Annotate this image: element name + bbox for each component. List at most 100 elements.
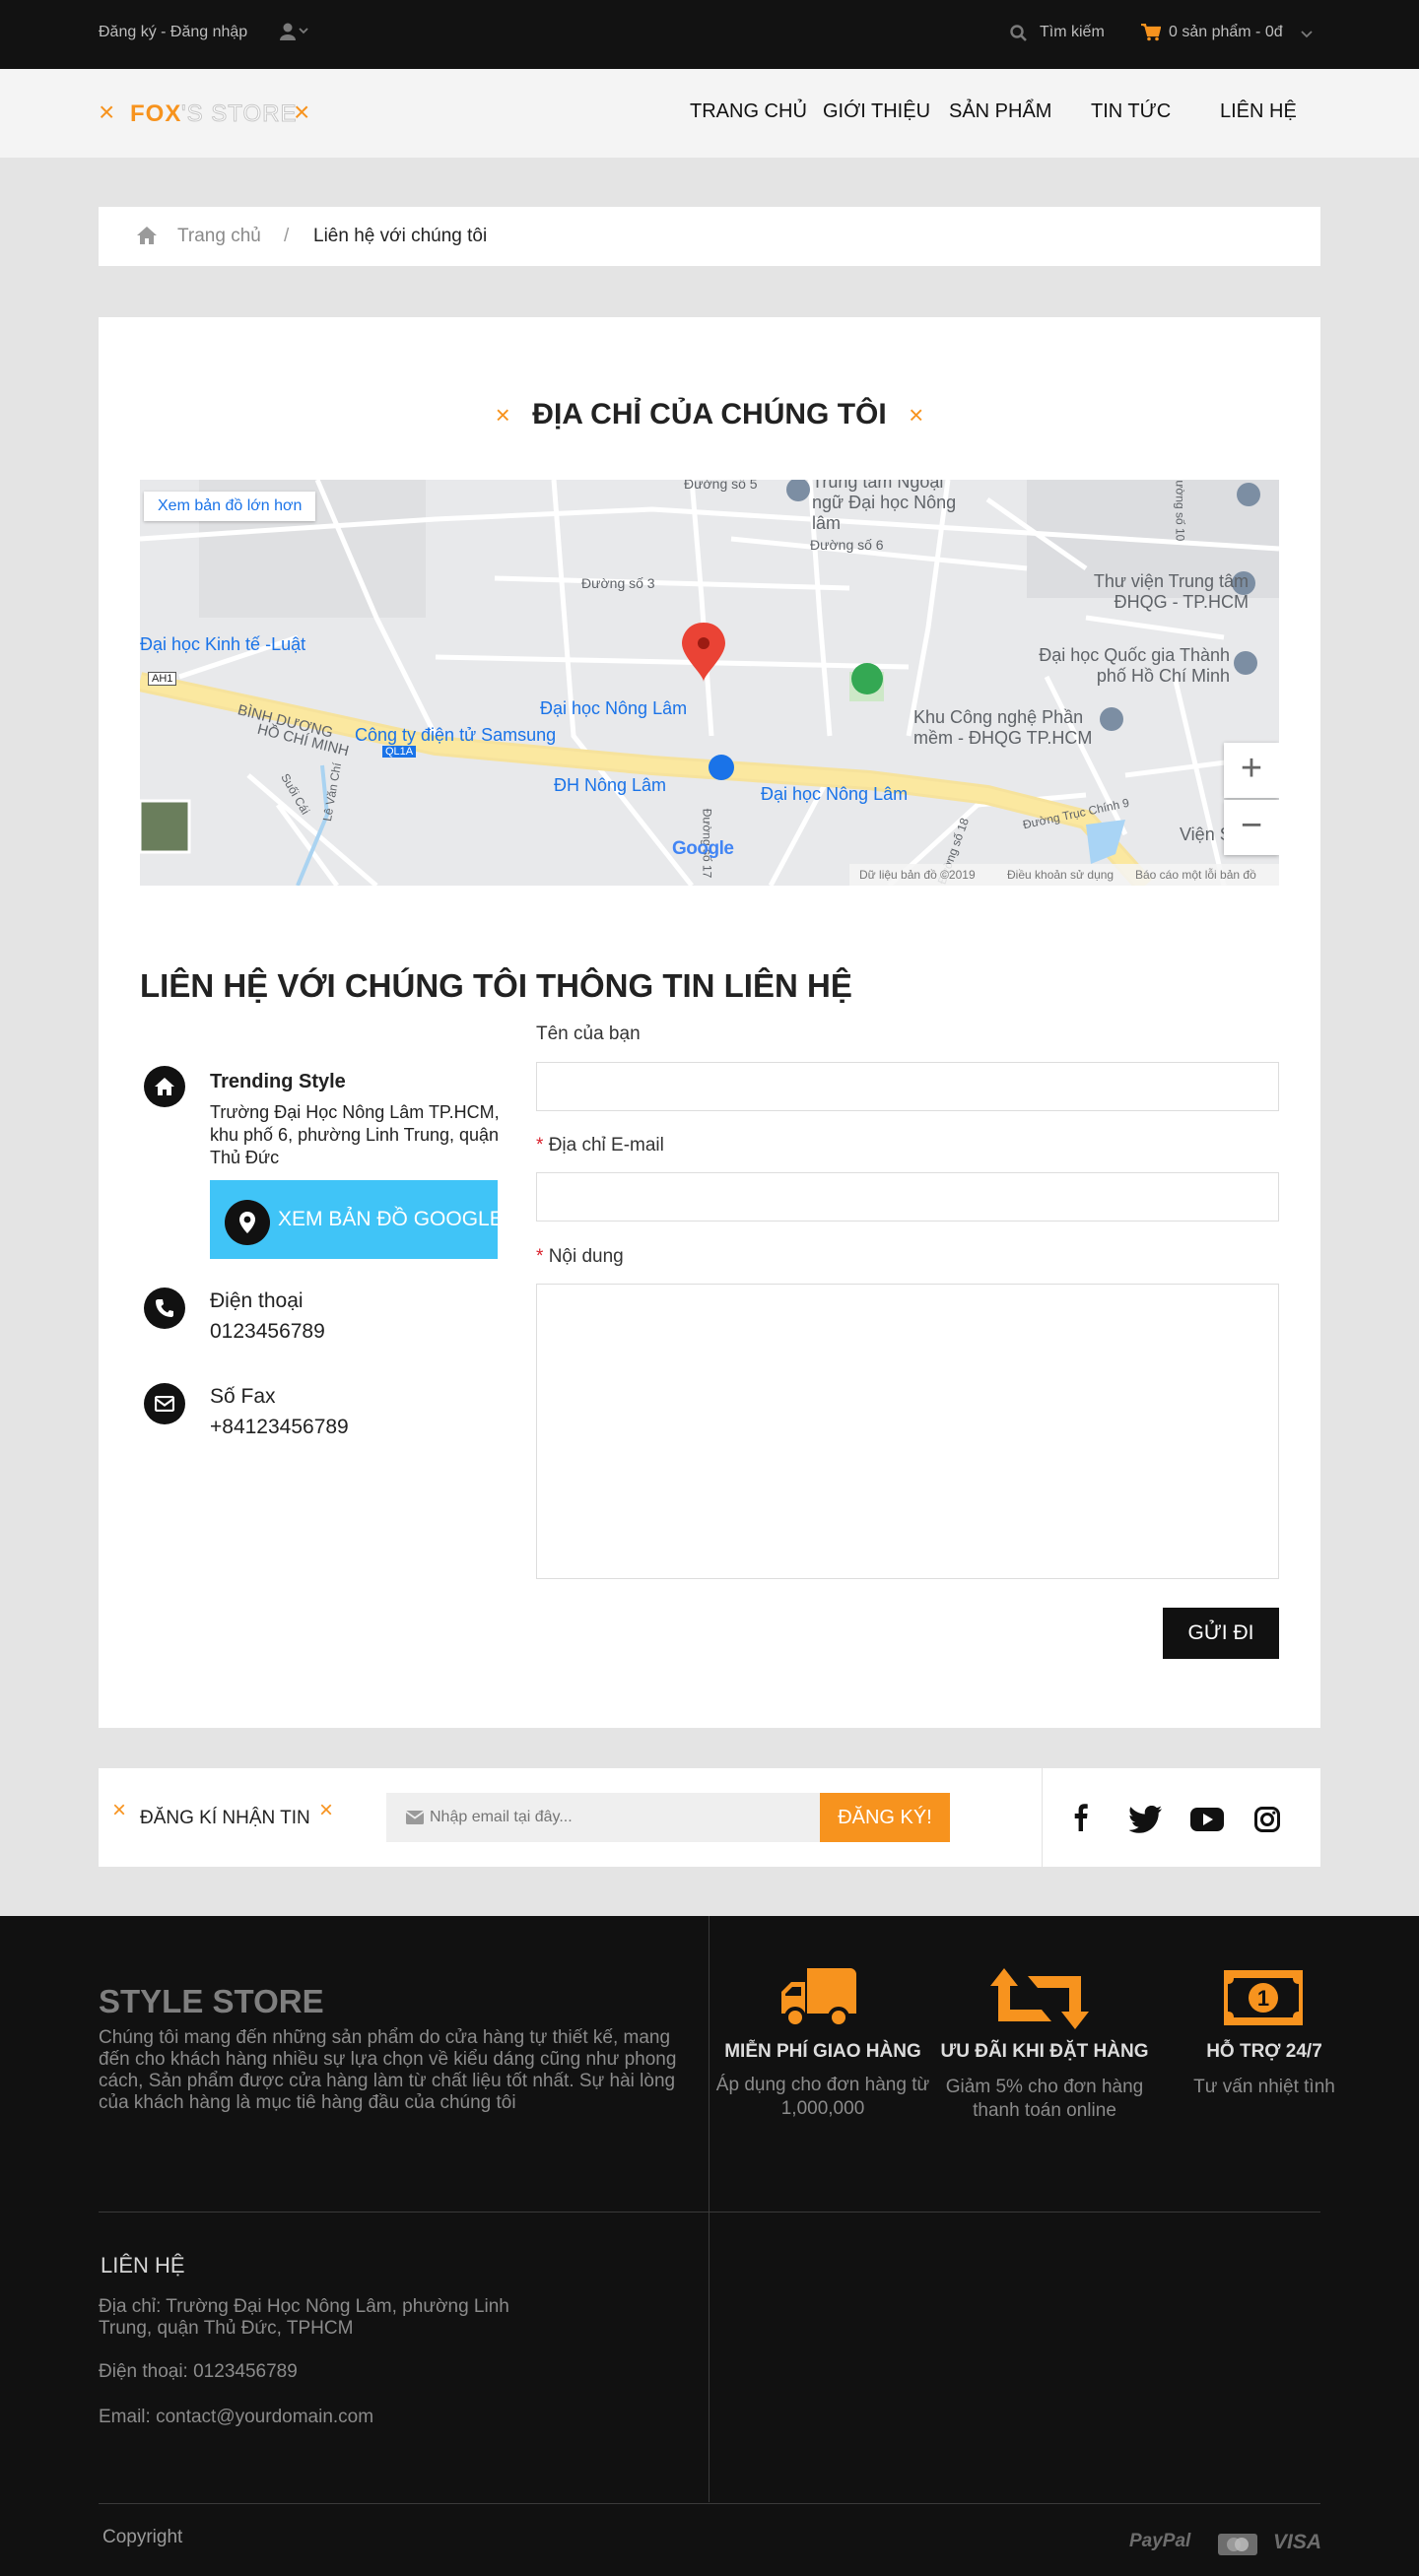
address-title: ĐỊA CHỈ CỦA CHÚNG TÔI	[532, 398, 887, 430]
nav-contact[interactable]: LIÊN HỆ	[1220, 100, 1297, 123]
map-label-dhnonglam-1: Đại học Nông Lâm	[540, 698, 688, 718]
nav-about[interactable]: GIỚI THIỆU	[823, 100, 930, 123]
logo-x-left-icon: ×	[99, 97, 115, 127]
google-map[interactable]: Xem bản đồ lớn hơn Đường số 5 Trung tâm …	[140, 480, 1279, 886]
zoom-out-button[interactable]: −	[1224, 800, 1279, 855]
breadcrumb-home[interactable]: Trang chủ	[177, 226, 261, 247]
paypal-logo: PayPal	[1129, 2531, 1191, 2551]
footer-bottom-divider	[99, 2503, 1320, 2504]
logo-x-right-icon: ×	[294, 97, 310, 127]
view-google-map-button[interactable]: XEM BẢN ĐỒ GOOGLE	[210, 1180, 504, 1259]
larger-map-link[interactable]: Xem bản đồ lớn hơn	[144, 492, 316, 521]
map-label-ngoaingu: Trung tâm Ngoại ngữ Đại học Nông lâm	[812, 480, 957, 533]
google-logo: Google	[672, 838, 734, 859]
contact-title: LIÊN HỆ VỚI CHÚNG TÔI	[140, 967, 528, 1004]
map-label-dhnonglam-3: Đại học Nông Lâm	[761, 784, 909, 804]
copyright: Copyright	[102, 2527, 183, 2547]
logo[interactable]: × FOX 'S STORE ×	[99, 97, 325, 130]
account-link[interactable]: Đăng ký - Đăng nhập	[99, 24, 247, 41]
newsletter-x-right-icon: ×	[319, 1797, 334, 1823]
map-attribution: Dữ liệu bản đồ ©2019 Điều khoản sử dụng …	[849, 864, 1279, 886]
logo-text-accent: FOX	[130, 100, 182, 127]
retweet-icon	[990, 1968, 1089, 2034]
chevron-down-icon[interactable]	[1301, 27, 1313, 44]
instagram-icon[interactable]	[1254, 1807, 1280, 1837]
map-label-duong3: Đường số 3	[581, 575, 655, 591]
map-label-ah1: AH1	[148, 672, 177, 686]
feature-discount-sub: Giảm 5% cho đơn hàng thanh toán online	[945, 2077, 1144, 2121]
map-data-credit: Dữ liệu bản đồ ©2019	[859, 868, 976, 882]
twitter-icon[interactable]	[1128, 1805, 1163, 1838]
map-label-thuvien: Thư viện Trung tâm ĐHQG - TP.HCM	[1093, 571, 1249, 612]
feature-free-shipping-sub: Áp dụng cho đơn hàng từ 1,000,000	[715, 2075, 930, 2119]
newsletter-input[interactable]	[430, 1793, 814, 1842]
mastercard-logo	[1218, 2534, 1257, 2560]
feature-discount-title: ƯU ĐÃI KHI ĐẶT HÀNG	[940, 2041, 1149, 2062]
message-label-row: * Nội dung	[536, 1246, 624, 1268]
map-label-duong10: Đường số 10	[1173, 480, 1187, 542]
map-pin-icon	[225, 1200, 270, 1245]
map-label-duong5: Đường số 5	[684, 480, 758, 492]
form-title: THÔNG TIN LIÊN HỆ	[536, 967, 852, 1004]
name-input[interactable]	[536, 1062, 1279, 1111]
phone-icon	[144, 1288, 185, 1329]
name-label: Tên của bạn	[536, 1024, 641, 1044]
map-terms-link[interactable]: Điều khoản sử dụng	[1007, 868, 1114, 882]
nav-home[interactable]: TRANG CHỦ	[690, 100, 807, 123]
fax-number: +84123456789	[210, 1416, 349, 1438]
svg-text:1: 1	[1257, 1986, 1269, 2011]
home-icon[interactable]	[136, 226, 158, 250]
phone-number[interactable]: 0123456789	[210, 1320, 325, 1344]
submit-button[interactable]: GỬI ĐI	[1163, 1608, 1279, 1659]
footer-about: Chúng tôi mang đến những sản phẩm do cửa…	[99, 2027, 677, 2113]
map-report-link[interactable]: Báo cáo một lỗi bản đồ	[1135, 868, 1256, 882]
company-address: Trường Đại Học Nông Lâm TP.HCM, khu phố …	[210, 1102, 500, 1167]
user-icon[interactable]	[280, 22, 309, 46]
map-label-samsung: Công ty điện tử Samsung	[355, 725, 557, 745]
map-label-dhqg: Đại học Quốc gia Thành phố Hồ Chí Minh	[1039, 645, 1230, 686]
search-icon[interactable]	[1010, 25, 1028, 47]
cart-icon[interactable]	[1141, 23, 1162, 46]
breadcrumb: Trang chủ / Liên hệ với chúng tôi	[99, 207, 1320, 266]
envelope-icon	[405, 1811, 425, 1829]
truck-icon	[781, 1968, 856, 2034]
feature-free-shipping-title: MIỄN PHÍ GIAO HÀNG	[724, 2041, 921, 2062]
view-google-map-label: XEM BẢN ĐỒ GOOGLE	[278, 1208, 504, 1230]
top-bar: Đăng ký - Đăng nhập Tìm kiếm 0 sản phẩm …	[0, 0, 1419, 69]
newsletter-email-field[interactable]	[386, 1793, 820, 1842]
message-textarea[interactable]	[536, 1284, 1279, 1579]
required-mark: *	[536, 1135, 544, 1156]
envelope-icon	[144, 1383, 185, 1424]
visa-logo: VISA	[1273, 2531, 1322, 2553]
footer-contact-email[interactable]: Email: contact@yourdomain.com	[99, 2407, 373, 2428]
facebook-icon[interactable]	[1074, 1804, 1088, 1836]
home-icon	[144, 1066, 185, 1107]
phone-label: Điện thoại	[210, 1289, 304, 1312]
address-heading: × ĐỊA CHỈ CỦA CHÚNG TÔI ×	[99, 398, 1320, 431]
email-input[interactable]	[536, 1172, 1279, 1222]
footer-divider	[99, 2212, 1320, 2213]
newsletter-title: ĐĂNG KÍ NHẬN TIN	[140, 1808, 310, 1828]
newsletter-bar: × ĐĂNG KÍ NHẬN TIN × ĐĂNG KÝ!	[99, 1768, 1320, 1867]
site-header: × FOX 'S STORE × TRANG CHỦ GIỚI THIỆU SẢ…	[0, 69, 1419, 158]
nav-products[interactable]: SẢN PHẨM	[949, 100, 1051, 123]
map-label-khucn: Khu Công nghệ Phần mềm - ĐHQG TP.HCM	[913, 707, 1093, 748]
youtube-icon[interactable]	[1190, 1808, 1224, 1836]
footer-brand: STYLE STORE	[99, 1983, 324, 2019]
breadcrumb-separator: /	[284, 226, 290, 246]
breadcrumb-current: Liên hệ với chúng tôi	[313, 226, 488, 246]
cart-summary[interactable]: 0 sản phẩm - 0đ	[1169, 24, 1283, 41]
search-link[interactable]: Tìm kiếm	[1040, 24, 1105, 41]
fax-label: Số Fax	[210, 1385, 276, 1408]
subscribe-button[interactable]: ĐĂNG KÝ!	[820, 1793, 950, 1842]
map-label-dhnonglam-2: ĐH Nông Lâm	[554, 775, 667, 795]
map-label-ql1a: QL1A	[382, 746, 417, 758]
zoom-in-button[interactable]: +	[1224, 743, 1279, 798]
footer-contact-phone: Điện thoại: 0123456789	[99, 2361, 298, 2382]
email-label: Địa chỉ E-mail	[548, 1135, 664, 1156]
message-label: Nội dung	[548, 1246, 624, 1267]
map-label-duong6: Đường số 6	[810, 537, 884, 553]
nav-news[interactable]: TIN TỨC	[1091, 100, 1171, 123]
email-label-row: * Địa chỉ E-mail	[536, 1135, 664, 1156]
newsletter-x-left-icon: ×	[112, 1797, 127, 1823]
